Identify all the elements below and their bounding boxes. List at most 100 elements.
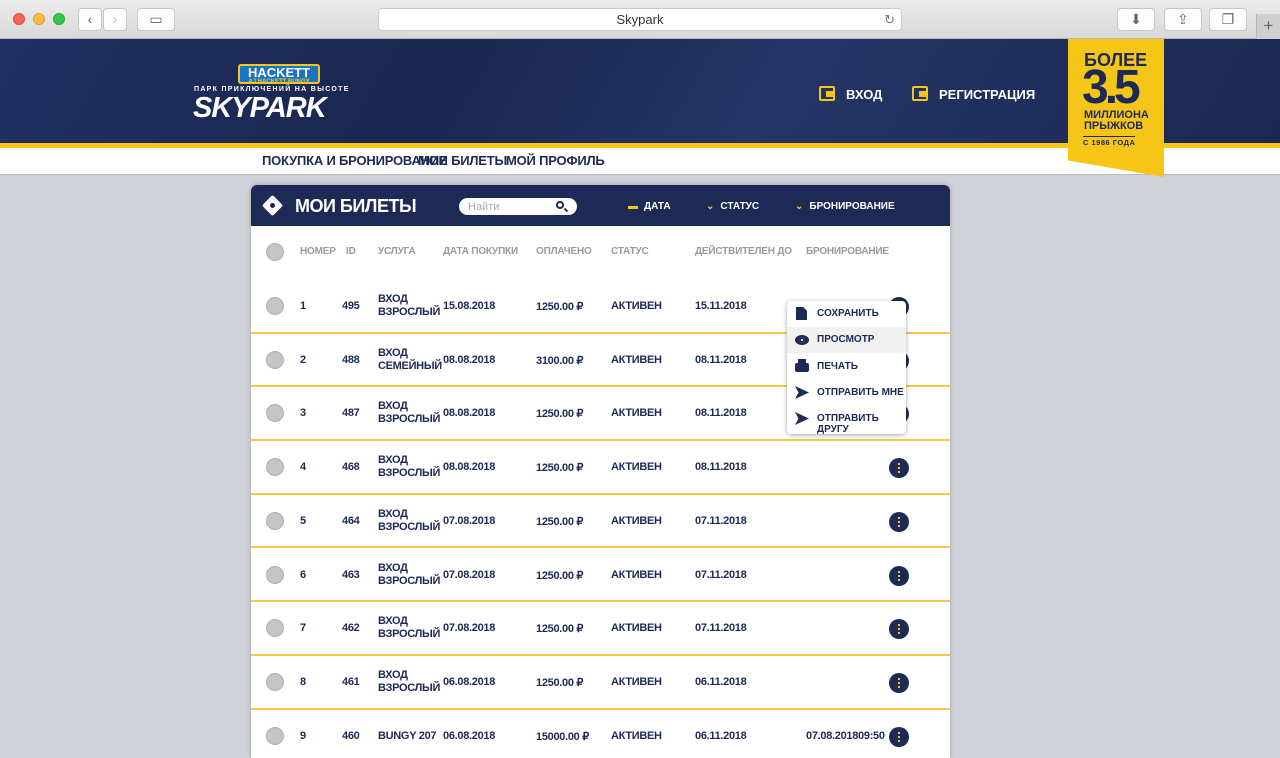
share-button[interactable]: ⇪ [1164,8,1202,31]
row-select-radio[interactable] [266,297,284,315]
row-select-radio[interactable] [266,565,284,584]
eye-icon [795,335,809,345]
service-line2: ВЗРОСЛЫЙ [378,520,441,533]
downloads-button[interactable]: ⬇ [1117,8,1155,31]
cell-id: 463 [342,568,360,581]
select-all-radio[interactable] [266,243,284,261]
col-service[interactable]: УСЛУГА [378,246,416,257]
cell-number: 6 [300,568,306,581]
cell-valid-until: 08.11.2018 [695,461,747,474]
service-line1: ВХОД [378,507,408,520]
cell-paid: 1250.00 ₽ [536,676,584,689]
table-row[interactable]: 9 460 BUNGY 207 06.08.2018 15000.00 ₽ АКТИВЕН… [251,709,950,758]
nav-item-my-tickets[interactable]: МОИ БИЛЕТЫ [418,153,507,168]
menu-item-save[interactable]: СОХРАНИТЬ [787,301,906,327]
cell-paid: 1250.00 ₽ [536,569,584,582]
logo-badge-text: HACKETT [247,65,311,80]
cell-status: АКТИВЕН [611,353,662,366]
service-line1: ВХОД [378,561,408,574]
col-id[interactable]: ID [346,246,356,257]
reload-icon[interactable]: ↻ [884,9,895,30]
filter-status[interactable]: ⌄ СТАТУС [706,201,759,212]
service-line2: ВЗРОСЛЫЙ [378,574,441,587]
col-number[interactable]: НОМЕР [300,246,336,257]
forward-button[interactable]: › [103,8,127,31]
skypark-logo[interactable]: SKYPARK [193,92,327,125]
row-more-button[interactable] [889,672,909,693]
cell-status: АКТИВЕН [611,514,662,527]
table-row[interactable]: 6 463 ВХОД ВЗРОСЛЫЙ 07.08.2018 1250.00 ₽ АКТИВ… [251,548,950,603]
row-more-button[interactable] [889,726,909,747]
col-status[interactable]: СТАТУС [611,246,649,257]
minimize-window-button[interactable] [33,13,45,25]
cell-valid-until: 08.11.2018 [695,353,747,366]
cell-id: 464 [342,514,360,527]
table-row[interactable]: 8 461 ВХОД ВЗРОСЛЫЙ 06.08.2018 1250.00 ₽ АКТИВ… [251,655,950,710]
row-actions-menu: СОХРАНИТЬ ПРОСМОТР ПЕЧАТЬ ОТПРАВИТЬ МНЕ … [787,301,906,435]
row-more-button[interactable] [889,511,909,532]
hackett-logo[interactable]: HACKETT AJ HACKETT BUNGY [238,64,320,85]
service-line1: ВХОД [378,668,408,681]
cell-purchase-date: 15.08.2018 [443,300,496,312]
service-line2: ВЗРОСЛЫЙ [378,306,441,318]
cell-number: 5 [300,514,306,527]
menu-item-send-friend[interactable]: ОТПРАВИТЬ ДРУГУ [787,406,906,435]
cell-purchase-date: 07.08.2018 [443,622,496,635]
cell-number: 2 [300,353,306,366]
row-select-radio[interactable] [266,404,284,423]
cell-purchase-date: 08.08.2018 [443,407,496,420]
zoom-window-button[interactable] [53,13,65,25]
table-row[interactable]: 7 462 ВХОД ВЗРОСЛЫЙ 07.08.2018 1250.00 ₽ АКТИВ… [251,602,950,656]
cell-valid-until: 07.11.2018 [695,568,747,581]
cell-service: ВХОД ВЗРОСЛЫЙ [378,669,440,695]
menu-item-label: ОТПРАВИТЬ МНЕ [817,387,904,398]
sidebar-toggle-button[interactable]: ▭ [137,8,175,31]
cell-paid: 1250.00 ₽ [536,623,584,636]
row-more-button[interactable] [889,565,909,586]
service-line1: ВХОД [378,615,408,628]
search-icon[interactable] [556,201,564,209]
new-tab-button[interactable]: + [1256,14,1280,39]
cell-status: АКТИВЕН [611,729,662,742]
panel-header: МОИ БИЛЕТЫ ▬ ДАТА ⌄ СТАТУС ⌄ БРОНИРОВАНИЕ [251,185,950,226]
menu-item-print[interactable]: ПЕЧАТЬ [787,354,906,380]
row-select-radio[interactable] [266,350,284,369]
row-select-radio[interactable] [266,619,284,638]
cell-purchase-date: 07.08.2018 [443,568,496,581]
send-icon [795,386,809,399]
address-bar[interactable]: Skypark ↻ [378,8,902,31]
service-line2: ВЗРОСЛЫЙ [378,628,441,641]
cell-status: АКТИВЕН [611,622,662,635]
tabs-overview-button[interactable]: ❐ [1209,8,1247,31]
cell-status: АКТИВЕН [611,407,662,420]
row-more-button[interactable] [889,458,909,479]
table-row[interactable]: 5 464 ВХОД ВЗРОСЛЫЙ 07.08.2018 1250.00 ₽ АКТИВ… [251,494,950,549]
menu-item-view[interactable]: ПРОСМОТР [787,327,906,353]
filter-booking[interactable]: ⌄ БРОНИРОВАНИЕ [795,201,895,212]
service-line2: ВЗРОСЛЫЙ [378,413,441,426]
close-window-button[interactable] [13,13,25,25]
col-purchase-date[interactable]: ДАТА ПОКУПКИ [443,246,518,257]
col-booking[interactable]: БРОНИРОВАНИЕ [806,246,889,257]
menu-item-label: СОХРАНИТЬ [817,308,879,319]
row-select-radio[interactable] [266,458,284,477]
menu-item-label: ПРОСМОТР [817,334,875,345]
col-valid-until[interactable]: ДЕЙСТВИТЕЛЕН ДО [695,246,792,257]
back-button[interactable]: ‹ [78,8,102,31]
cell-paid: 1250.00 ₽ [536,515,584,528]
menu-item-label: ОТПРАВИТЬ ДРУГУ [817,413,879,435]
row-select-radio[interactable] [266,511,284,530]
login-link[interactable]: ВХОД [846,87,882,102]
register-link[interactable]: РЕГИСТРАЦИЯ [939,87,1035,102]
cell-id: 468 [342,461,360,474]
filter-date[interactable]: ▬ ДАТА [628,201,671,212]
row-select-radio[interactable] [266,726,284,745]
col-paid[interactable]: ОПЛАЧЕНО [536,246,592,257]
row-more-button[interactable] [889,619,909,640]
table-row[interactable]: 4 468 ВХОД ВЗРОСЛЫЙ 08.08.2018 1250.00 ₽ АКТИВ… [251,441,950,495]
menu-item-send-me[interactable]: ОТПРАВИТЬ МНЕ [787,380,906,406]
row-select-radio[interactable] [266,672,284,691]
cell-id: 460 [342,729,360,742]
nav-item-my-profile[interactable]: МОЙ ПРОФИЛЬ [506,153,605,168]
ticket-icon [261,194,284,217]
